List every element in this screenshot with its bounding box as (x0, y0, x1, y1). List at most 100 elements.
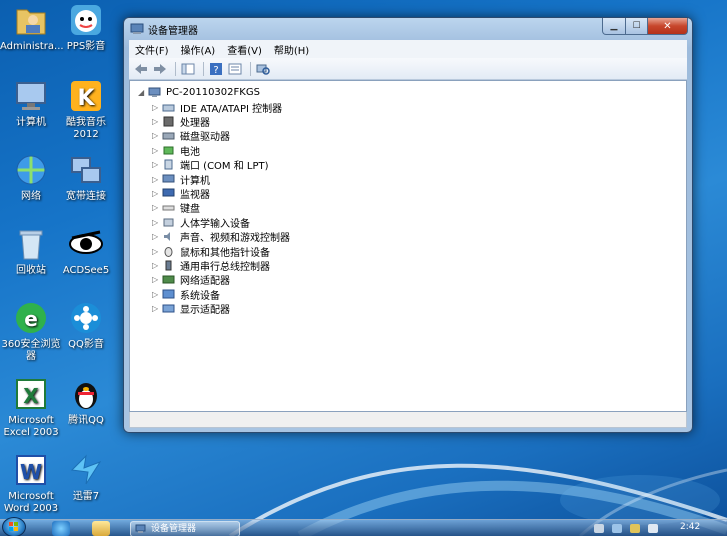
desktop-icon-label: 迅雷7 (72, 491, 100, 502)
tree-node-label: 鼠标和其他指针设备 (180, 247, 270, 259)
minimize-icon: ▁ (610, 21, 618, 31)
tray-power-icon[interactable] (630, 524, 640, 533)
device-manager-window[interactable]: 设备管理器 ▁ ☐ ✕ 文件(F) 操作(A) 查看(V) 帮助(H) ? ◢ … (123, 17, 693, 433)
explorer-quicklaunch-icon[interactable] (92, 521, 110, 536)
expand-arrow-icon[interactable]: ▷ (152, 175, 162, 184)
menu-view[interactable]: 查看(V) (227, 42, 262, 57)
desktop-icon[interactable]: 迅雷7 (55, 452, 117, 503)
tree-node-label: 系统设备 (180, 290, 220, 302)
expand-arrow-icon[interactable]: ▷ (152, 261, 162, 270)
tray-flag-icon[interactable] (594, 524, 604, 533)
expand-arrow-icon[interactable]: ▷ (152, 304, 162, 313)
tree-node-label: 磁盘驱动器 (180, 132, 230, 144)
display-adapter-icon (162, 303, 176, 315)
expand-arrow-icon[interactable]: ▷ (152, 146, 162, 155)
device-tree: ◢ PC-20110302FKGS ▷ IDE ATA/ATAPI 控制器 ▷ 处理器… (138, 85, 290, 316)
network-icon (13, 152, 49, 188)
desktop-icon[interactable]: PPS影音 (55, 2, 117, 53)
expand-arrow-icon[interactable]: ▷ (152, 275, 162, 284)
desktop-icon[interactable]: 腾讯QQ (55, 376, 117, 427)
tree-node[interactable]: ▷ 显示适配器 (138, 301, 290, 316)
tree-node[interactable]: ▷ 人体学输入设备 (138, 215, 290, 230)
tree-root-label: PC-20110302FKGS (166, 87, 260, 98)
broadband-connection-icon (68, 152, 104, 188)
svg-text:W: W (20, 460, 42, 484)
svg-text:K: K (77, 86, 95, 111)
expand-arrow-icon[interactable]: ▷ (152, 103, 162, 112)
network-adapter-icon (162, 274, 176, 286)
menu-help[interactable]: 帮助(H) (274, 42, 309, 57)
title-bar[interactable]: 设备管理器 ▁ ☐ ✕ (124, 18, 692, 40)
tree-node[interactable]: ▷ 磁盘驱动器 (138, 129, 290, 143)
tree-node[interactable]: ▷ 端口 (COM 和 LPT) (138, 158, 290, 172)
tray-network-icon[interactable] (612, 524, 622, 533)
tree-node[interactable]: ▷ 处理器 (138, 114, 290, 129)
desktop-icon-label: Microsoft Excel 2003 (3, 415, 59, 438)
desktop-icon[interactable]: 计算机 (0, 78, 62, 129)
start-button[interactable] (2, 517, 26, 536)
desktop-icon[interactable]: W Microsoft Word 2003 (0, 452, 62, 515)
tree-node[interactable]: ▷ 声音、视频和游戏控制器 (138, 230, 290, 244)
properties-icon (228, 63, 242, 74)
expand-arrow-icon[interactable]: ▷ (152, 160, 162, 169)
expand-arrow-icon[interactable]: ▷ (152, 247, 162, 256)
word-icon: W (13, 452, 49, 488)
show-hide-console-tree-button[interactable] (180, 61, 196, 77)
expand-arrow-icon[interactable]: ▷ (152, 218, 162, 227)
tree-node[interactable]: ▷ 网络适配器 (138, 273, 290, 287)
expand-arrow-icon[interactable]: ▷ (152, 189, 162, 198)
desktop-icon-label: 网络 (21, 191, 41, 202)
tree-root[interactable]: ◢ PC-20110302FKGS (138, 85, 290, 100)
desktop-icon[interactable]: X Microsoft Excel 2003 (0, 376, 62, 439)
monitor-icon (162, 188, 176, 200)
collapse-arrow-icon[interactable]: ◢ (138, 88, 148, 97)
forward-button[interactable] (152, 61, 168, 77)
desktop-icon[interactable]: 宽带连接 (55, 152, 117, 203)
desktop-icon[interactable]: 回收站 (0, 226, 62, 277)
tree-node[interactable]: ▷ 通用串行总线控制器 (138, 258, 290, 273)
desktop-icon[interactable]: e 360安全浏览器 (0, 300, 62, 363)
expand-arrow-icon[interactable]: ▷ (152, 117, 162, 126)
tray-volume-icon[interactable] (648, 524, 658, 533)
desktop-icon[interactable]: ACDSee5 (55, 226, 117, 277)
menu-bar: 文件(F) 操作(A) 查看(V) 帮助(H) (129, 40, 687, 58)
mouse-icon (162, 245, 176, 257)
properties-button[interactable] (227, 61, 243, 77)
menu-file[interactable]: 文件(F) (135, 42, 169, 57)
xunlei-icon (68, 452, 104, 488)
desktop-icon[interactable]: 网络 (0, 152, 62, 203)
scan-hardware-icon (256, 64, 270, 75)
tree-node[interactable]: ▷ 计算机 (138, 172, 290, 187)
expand-arrow-icon[interactable]: ▷ (152, 290, 162, 299)
desktop-icon[interactable]: Administra... (0, 2, 64, 53)
minimize-button[interactable]: ▁ (602, 18, 626, 35)
tree-node[interactable]: ▷ 系统设备 (138, 287, 290, 302)
back-button[interactable] (133, 61, 149, 77)
taskbar-device-manager-button[interactable]: 设备管理器 (130, 521, 240, 536)
tree-node[interactable]: ▷ 电池 (138, 143, 290, 158)
expand-arrow-icon[interactable]: ▷ (152, 203, 162, 212)
device-tree-panel[interactable]: ◢ PC-20110302FKGS ▷ IDE ATA/ATAPI 控制器 ▷ 处理器… (129, 80, 687, 412)
desktop-icon-label: ACDSee5 (62, 265, 110, 276)
expand-arrow-icon[interactable]: ▷ (152, 232, 162, 241)
toolbar-separator (203, 61, 204, 76)
maximize-button[interactable]: ☐ (626, 18, 648, 35)
taskbar-clock[interactable]: 2:42 (680, 522, 700, 532)
tree-node[interactable]: ▷ IDE ATA/ATAPI 控制器 (138, 100, 290, 115)
expand-arrow-icon[interactable]: ▷ (152, 131, 162, 140)
svg-text:e: e (24, 307, 38, 331)
desktop-icon[interactable]: K 酷我音乐 2012 (55, 78, 117, 141)
menu-action[interactable]: 操作(A) (181, 42, 216, 57)
forward-arrow-icon (154, 63, 166, 74)
close-button[interactable]: ✕ (648, 18, 688, 35)
tree-node[interactable]: ▷ 键盘 (138, 201, 290, 215)
ie-quicklaunch-icon[interactable] (52, 521, 70, 536)
help-icon: ? (210, 62, 222, 76)
scan-hardware-button[interactable] (255, 61, 271, 77)
sound-icon (162, 231, 176, 243)
taskbar: 设备管理器 2:42 (0, 517, 727, 536)
help-button[interactable]: ? (208, 61, 224, 77)
tree-node[interactable]: ▷ 鼠标和其他指针设备 (138, 244, 290, 259)
desktop-icon[interactable]: QQ影音 (55, 300, 117, 351)
tree-node[interactable]: ▷ 监视器 (138, 186, 290, 201)
